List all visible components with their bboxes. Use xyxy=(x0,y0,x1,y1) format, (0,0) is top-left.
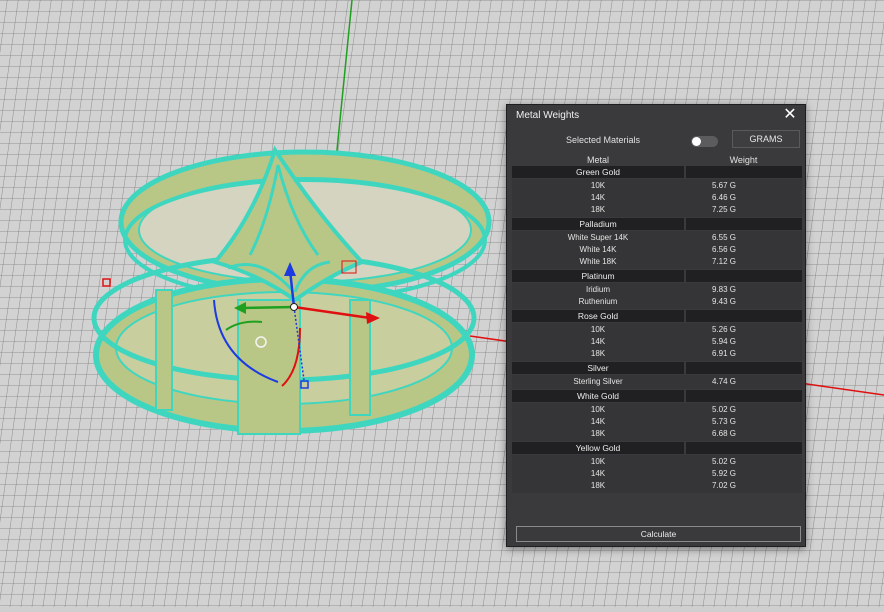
material-group-weight-cell xyxy=(686,442,802,454)
alloy-weight: 6.46 G xyxy=(712,193,737,202)
alloy-name: 18K xyxy=(590,349,606,358)
table-row: 14K 5.94 G xyxy=(512,336,802,348)
panel-title-bar[interactable]: Metal Weights ✕ xyxy=(507,105,805,127)
material-group-rows: 10K 5.02 G 14K 5.73 G 18K 6.68 G xyxy=(512,403,802,441)
table-row: White 18K 7.12 G xyxy=(512,256,802,268)
material-group-weight-cell xyxy=(686,310,802,322)
table-row: 18K 6.68 G xyxy=(512,428,802,440)
alloy-weight: 7.12 G xyxy=(712,257,737,266)
alloy-name: White 14K xyxy=(579,245,617,254)
material-group-header: Green Gold xyxy=(512,166,802,178)
alloy-name: White 18K xyxy=(579,257,617,266)
metal-weights-panel: Metal Weights ✕ Selected Materials GRAMS… xyxy=(506,104,806,547)
material-group-name: White Gold xyxy=(512,390,684,402)
panel-title: Metal Weights xyxy=(516,110,580,121)
alloy-name: 10K xyxy=(590,325,606,334)
table-row: 18K 6.91 G xyxy=(512,348,802,360)
material-group-header: Yellow Gold xyxy=(512,442,802,454)
material-group-rows: Sterling Silver 4.74 G xyxy=(512,375,802,389)
alloy-weight: 5.73 G xyxy=(712,417,737,426)
alloy-name: 14K xyxy=(590,337,606,346)
alloy-weight: 5.02 G xyxy=(712,457,737,466)
table-row: 14K 5.73 G xyxy=(512,416,802,428)
table-row: 14K 5.92 G xyxy=(512,468,802,480)
alloy-name: Ruthenium xyxy=(578,297,618,306)
alloy-weight: 9.43 G xyxy=(712,297,737,306)
material-group-weight-cell xyxy=(686,362,802,374)
alloy-weight: 5.26 G xyxy=(712,325,737,334)
alloy-name: 18K xyxy=(590,429,606,438)
alloy-name: 18K xyxy=(590,481,606,490)
alloy-weight: 7.25 G xyxy=(712,205,737,214)
alloy-name: 18K xyxy=(590,205,606,214)
material-group-name: Rose Gold xyxy=(512,310,684,322)
material-group-rows: 10K 5.02 G 14K 5.92 G 18K 7.02 G xyxy=(512,455,802,493)
alloy-name: White Super 14K xyxy=(567,233,629,242)
alloy-weight: 5.67 G xyxy=(712,181,737,190)
table-row: 10K 5.02 G xyxy=(512,456,802,468)
material-group-rows: 10K 5.26 G 14K 5.94 G 18K 6.91 G xyxy=(512,323,802,361)
material-group-name: Yellow Gold xyxy=(512,442,684,454)
alloy-weight: 9.83 G xyxy=(712,285,737,294)
material-group-rows: White Super 14K 6.55 G White 14K 6.56 G Whit… xyxy=(512,231,802,269)
alloy-weight: 7.02 G xyxy=(712,481,737,490)
material-group-name: Palladium xyxy=(512,218,684,230)
material-group-header: Rose Gold xyxy=(512,310,802,322)
weights-table: Green Gold 10K 5.67 G 14K 6.46 G 18K 7.25 G Pal… xyxy=(512,166,802,493)
material-group-rows: Iridium 9.83 G Ruthenium 9.43 G xyxy=(512,283,802,309)
toggle-knob xyxy=(692,137,701,146)
alloy-weight: 5.02 G xyxy=(712,405,737,414)
material-group-rows: 10K 5.67 G 14K 6.46 G 18K 7.25 G xyxy=(512,179,802,217)
alloy-name: 10K xyxy=(590,405,606,414)
column-header-metal: Metal xyxy=(586,155,609,165)
alloy-name: 14K xyxy=(590,417,606,426)
table-row: White 14K 6.56 G xyxy=(512,244,802,256)
table-row: 14K 6.46 G xyxy=(512,192,802,204)
material-group-header: White Gold xyxy=(512,390,802,402)
table-row: 10K 5.02 G xyxy=(512,404,802,416)
material-group-weight-cell xyxy=(686,390,802,402)
table-row: Sterling Silver 4.74 G xyxy=(512,376,802,388)
table-row: Ruthenium 9.43 G xyxy=(512,296,802,308)
alloy-name: 14K xyxy=(590,193,606,202)
material-group-name: Green Gold xyxy=(512,166,684,178)
table-row: White Super 14K 6.55 G xyxy=(512,232,802,244)
alloy-weight: 6.55 G xyxy=(712,233,737,242)
table-row: 18K 7.25 G xyxy=(512,204,802,216)
material-group-name: Silver xyxy=(512,362,684,374)
column-header-weight: Weight xyxy=(729,155,758,165)
calculate-button[interactable]: Calculate xyxy=(516,526,801,542)
alloy-name: Iridium xyxy=(585,285,610,294)
material-group-header: Silver xyxy=(512,362,802,374)
table-row: Iridium 9.83 G xyxy=(512,284,802,296)
alloy-name: 14K xyxy=(590,469,606,478)
alloy-weight: 6.56 G xyxy=(712,245,737,254)
table-row: 10K 5.67 G xyxy=(512,180,802,192)
alloy-weight: 5.94 G xyxy=(712,337,737,346)
material-group-weight-cell xyxy=(686,218,802,230)
alloy-weight: 6.91 G xyxy=(712,349,737,358)
table-row: 18K 7.02 G xyxy=(512,480,802,492)
alloy-name: Sterling Silver xyxy=(573,377,623,386)
material-group-weight-cell xyxy=(686,270,802,282)
alloy-weight: 4.74 G xyxy=(712,377,737,386)
close-icon[interactable]: ✕ xyxy=(781,106,799,124)
material-group-header: Palladium xyxy=(512,218,802,230)
material-group-weight-cell xyxy=(686,166,802,178)
alloy-name: 10K xyxy=(590,181,606,190)
units-button[interactable]: GRAMS xyxy=(732,130,800,148)
alloy-name: 10K xyxy=(590,457,606,466)
material-group-name: Platinum xyxy=(512,270,684,282)
material-group-header: Platinum xyxy=(512,270,802,282)
alloy-weight: 6.68 G xyxy=(712,429,737,438)
alloy-weight: 5.92 G xyxy=(712,469,737,478)
selected-materials-toggle[interactable] xyxy=(691,136,718,147)
table-row: 10K 5.26 G xyxy=(512,324,802,336)
selected-materials-label: Selected Materials xyxy=(566,135,641,145)
